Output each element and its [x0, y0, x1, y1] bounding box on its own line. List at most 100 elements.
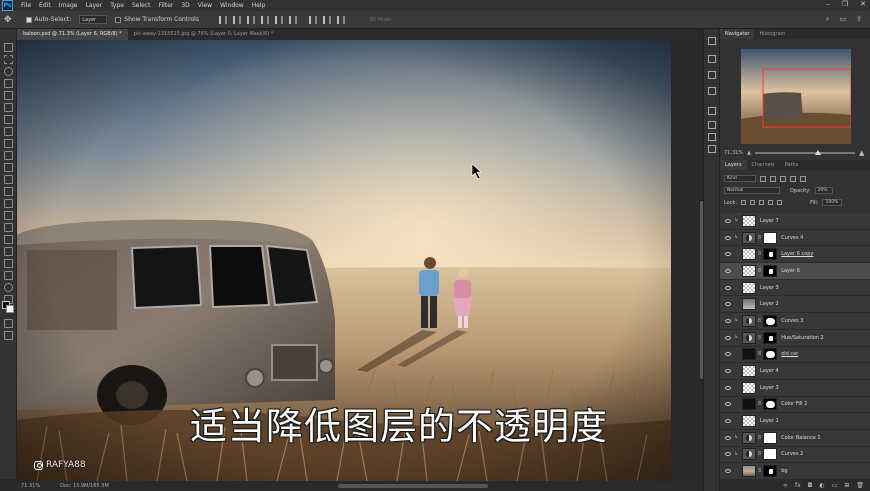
visibility-eye-icon[interactable] [725, 285, 731, 290]
quick-select-icon[interactable] [4, 79, 13, 88]
trash-icon[interactable]: 🗑 [856, 482, 864, 489]
layer-name[interactable]: Color Balance 1 [781, 435, 820, 441]
visibility-eye-icon[interactable] [725, 385, 731, 390]
mask-link-icon[interactable]: 8 [758, 401, 761, 407]
layer-name[interactable]: Color Fill 2 [781, 401, 807, 407]
visibility-eye-icon[interactable] [725, 435, 731, 440]
close-icon[interactable]: ✕ [860, 0, 866, 8]
layer-thumbnail[interactable] [742, 398, 756, 411]
layer-name[interactable]: Layer 7 [760, 218, 779, 224]
adjustment-icon[interactable]: ◐ [819, 482, 824, 489]
mask-link-icon[interactable]: 8 [758, 451, 761, 457]
tab-navigator[interactable]: Navigator [720, 29, 755, 39]
layer-name[interactable]: Layer 6 [781, 268, 800, 274]
dodge-icon[interactable] [4, 211, 13, 220]
lock-artboard-icon[interactable] [768, 200, 774, 205]
type-icon[interactable] [4, 235, 13, 244]
healing-icon[interactable] [4, 127, 13, 136]
menu-window[interactable]: Window [220, 2, 244, 9]
tab-paths[interactable]: Paths [780, 160, 804, 170]
brush-icon[interactable] [4, 139, 13, 148]
document-canvas[interactable]: 适当降低图层的不透明度 RAFYA88 [17, 40, 671, 481]
visibility-eye-icon[interactable] [725, 252, 731, 257]
filter-pixel-icon[interactable] [760, 175, 766, 182]
layer-thumbnail[interactable] [742, 314, 756, 327]
layer-thumbnail[interactable] [742, 448, 756, 461]
layer-row[interactable]: Layer 2 [720, 296, 870, 314]
layer-thumbnail[interactable] [742, 365, 756, 378]
mask-link-icon[interactable]: 8 [758, 435, 761, 441]
layer-row[interactable]: ↳ 8 Curves 4 [720, 229, 870, 247]
actions-icon[interactable] [708, 55, 716, 63]
tab-baloon[interactable]: baloon.psd @ 71.3% (Layer 6, RGB/8) * [17, 29, 128, 40]
align-bottom-icon[interactable] [288, 15, 297, 24]
mask-link-icon[interactable]: 8 [758, 335, 761, 341]
marquee-icon[interactable] [4, 55, 13, 64]
layer-mask-thumbnail[interactable] [763, 231, 778, 244]
hand-icon[interactable] [4, 271, 13, 280]
layer-row[interactable]: ↳ 8 Curves 3 [720, 313, 870, 330]
menu-filter[interactable]: Filter [159, 2, 174, 9]
share-icon[interactable]: ⇪ [856, 15, 862, 24]
layer-mask-thumbnail[interactable] [763, 248, 778, 261]
distribute-v-icon[interactable] [336, 15, 345, 24]
layer-thumbnail[interactable] [742, 381, 756, 394]
fill-field[interactable]: 100% [822, 199, 843, 206]
gradient-icon[interactable] [4, 187, 13, 196]
menu-help[interactable]: Help [252, 2, 266, 9]
link-icon[interactable]: ∞ [783, 482, 788, 489]
visibility-eye-icon[interactable] [725, 469, 731, 474]
filter-type-icon[interactable] [780, 175, 786, 182]
lock-position-icon[interactable] [759, 200, 765, 205]
doc-size[interactable]: Doc: 15.9M/165.3M [60, 483, 109, 489]
photoshop-logo-icon[interactable]: Ps [2, 0, 13, 11]
zoom-icon[interactable] [4, 283, 13, 292]
layer-name[interactable]: Layer 2 [760, 301, 779, 307]
layer-thumbnail[interactable] [742, 248, 756, 261]
path-select-icon[interactable] [4, 247, 13, 256]
mask-icon[interactable]: ◘ [808, 482, 813, 489]
layer-thumbnail[interactable] [742, 431, 756, 444]
layer-mask-thumbnail[interactable] [763, 431, 778, 444]
horizontal-scroll-thumb[interactable] [338, 484, 488, 488]
layer-thumbnail[interactable] [742, 214, 756, 227]
fx-icon[interactable]: fx [795, 482, 801, 489]
filter-shape-icon[interactable] [790, 175, 796, 182]
visibility-eye-icon[interactable] [725, 318, 731, 323]
visibility-eye-icon[interactable] [725, 352, 731, 357]
layers-list[interactable]: ↳ Layer 7 ↳ 8 Curves 4 8 Layer 6 copy 8 Layer 6 L… [720, 213, 870, 479]
vertical-scrollbar[interactable] [695, 40, 705, 481]
filter-smart-icon[interactable] [800, 175, 806, 182]
layer-mask-thumbnail[interactable] [763, 448, 778, 461]
background-color-swatch[interactable] [6, 305, 14, 313]
navigator-zoom-knob[interactable] [814, 150, 821, 155]
minimize-icon[interactable]: – [826, 0, 830, 8]
mask-link-icon[interactable]: 8 [758, 468, 761, 474]
lock-image-icon[interactable] [750, 200, 756, 205]
workspace-icon[interactable]: ▭ [840, 15, 847, 24]
mask-link-icon[interactable]: 8 [758, 318, 761, 324]
character-icon[interactable] [708, 133, 716, 141]
brush-settings-icon[interactable] [708, 121, 716, 129]
layer-mask-thumbnail[interactable] [763, 465, 778, 478]
layer-row[interactable]: 8 bg [720, 463, 870, 479]
menu-layer[interactable]: Layer [85, 2, 102, 9]
mask-link-icon[interactable]: 8 [758, 235, 761, 241]
frame-icon[interactable] [4, 103, 13, 112]
layer-name[interactable]: Layer 1 [760, 418, 779, 424]
new-layer-icon[interactable]: ⊞ [844, 482, 849, 489]
layer-name[interactable]: Layer 3 [760, 385, 779, 391]
pen-icon[interactable] [4, 223, 13, 232]
visibility-eye-icon[interactable] [725, 268, 731, 273]
filter-adjustment-icon[interactable] [770, 175, 776, 182]
tab-layers[interactable]: Layers [720, 160, 747, 170]
layer-name[interactable]: Layer 3 [760, 285, 779, 291]
layer-thumbnail[interactable] [742, 331, 756, 344]
layer-name[interactable]: Curves 2 [781, 451, 803, 457]
menu-type[interactable]: Type [110, 2, 124, 9]
layer-thumbnail[interactable] [742, 281, 756, 294]
align-left-icon[interactable] [218, 15, 227, 24]
visibility-eye-icon[interactable] [725, 402, 731, 407]
layer-thumbnail[interactable] [742, 264, 756, 277]
blur-icon[interactable] [4, 199, 13, 208]
